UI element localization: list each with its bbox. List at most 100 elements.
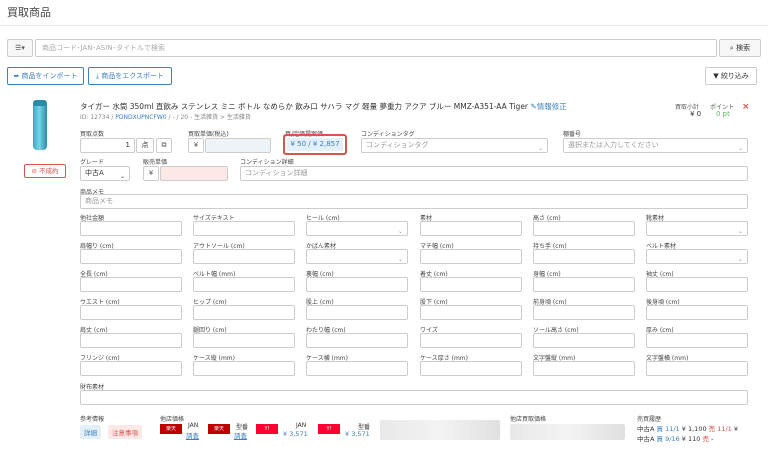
point-value: 0 pt — [716, 110, 730, 118]
product-image-cap — [33, 100, 47, 106]
ban-icon: ⊘ — [31, 167, 37, 175]
attribute-input[interactable] — [646, 305, 748, 320]
download-icon: ⤓ — [95, 72, 100, 80]
chevron-down-icon: ⌄ — [737, 145, 743, 152]
sale-price-label: 販売単価 — [143, 159, 168, 166]
attribute-input[interactable] — [420, 333, 522, 348]
copy-icon[interactable]: ⧉ — [156, 138, 172, 153]
attribute-input[interactable] — [193, 249, 295, 264]
sales-history-label: 売買履歴 — [637, 416, 662, 423]
qty-input[interactable]: 1 — [80, 138, 135, 153]
attribute-input[interactable] — [193, 361, 295, 376]
attribute-input[interactable] — [646, 277, 748, 292]
attribute-input[interactable] — [193, 221, 295, 236]
narrow-button[interactable]: ▼ 絞り込み — [705, 67, 757, 85]
unit-price-input[interactable] — [205, 138, 271, 153]
blurred-prices — [380, 420, 500, 440]
shelf-select[interactable]: 選択または入力してください ⌄ — [563, 138, 748, 153]
attribute-input[interactable] — [80, 361, 182, 376]
attribute-input[interactable] — [80, 249, 182, 264]
memo-input[interactable]: 商品メモ — [80, 194, 748, 209]
attribute-input[interactable] — [533, 333, 635, 348]
attribute-input[interactable] — [80, 305, 182, 320]
attribute-input[interactable] — [420, 305, 522, 320]
attribute-input[interactable]: ⌄ — [306, 249, 408, 264]
attribute-input[interactable] — [80, 221, 182, 236]
chevron-down-icon: ⌄ — [737, 228, 743, 235]
attribute-input[interactable] — [306, 361, 408, 376]
attribute-input[interactable] — [306, 333, 408, 348]
search-button[interactable]: ⌕ 検索 — [719, 39, 761, 57]
rakuten-jan-label: JAN — [188, 422, 199, 429]
attribute-input[interactable] — [193, 333, 295, 348]
yahoo-model-price[interactable]: ¥ 3,571 — [345, 430, 370, 438]
detail-tag[interactable]: 詳細 — [80, 425, 101, 439]
attribute-input[interactable] — [80, 333, 182, 348]
sale-price-input[interactable] — [160, 166, 228, 181]
ref-price-value: ¥ 50 / ¥ 2,857 — [287, 138, 343, 151]
product-code-link[interactable]: PDNDXUPNCFW0 — [115, 114, 166, 121]
product-image — [33, 103, 47, 150]
export-button[interactable]: ⤓ 商品をエクスポート — [88, 67, 172, 85]
attribute-input[interactable] — [533, 361, 635, 376]
attribute-input[interactable]: ⌄ — [646, 221, 748, 236]
attribute-input[interactable] — [533, 249, 635, 264]
ng-button[interactable]: ⊘ 不成約 — [24, 164, 66, 178]
product-title: タイガー 水筒 350ml 直飲み ステンレス ミニ ボトル なめらか 飲み口 … — [80, 102, 529, 111]
chevron-down-icon: ⌄ — [397, 228, 403, 235]
attribute-input[interactable]: ⌄ — [306, 221, 408, 236]
rakuten-logo: 楽天 — [208, 424, 230, 434]
yahoo-logo: Y! — [318, 424, 340, 434]
divider — [0, 25, 768, 26]
attribute-input[interactable] — [533, 277, 635, 292]
import-button[interactable]: ➦ 商品をインポート — [7, 67, 84, 85]
yahoo-jan-price[interactable]: ¥ 3,571 — [283, 430, 308, 438]
yahoo-jan-label: JAN — [296, 422, 307, 429]
ref-label: 参考情報 — [80, 416, 105, 423]
search-bar: ☰▾ 商品コード･JAN･ASIN･タイトルで検索 ⌕ 検索 — [7, 39, 761, 57]
condition-detail-label: コンディション詳細 — [240, 159, 294, 166]
grade-label: グレード — [80, 159, 105, 166]
qty-label: 買取点数 — [80, 131, 105, 138]
rakuten-logo: 楽天 — [160, 424, 182, 434]
yahoo-logo: Y! — [256, 424, 278, 434]
rakuten-model-link[interactable]: 調査 — [234, 430, 247, 440]
chevron-down-icon: ⌄ — [737, 256, 743, 263]
grade-select[interactable]: 中古A ⌄ — [80, 166, 130, 181]
unit-price-prefix: ¥ — [188, 138, 204, 153]
condition-tag-select[interactable]: コンディションタグ ⌄ — [361, 138, 548, 153]
attribute-input[interactable] — [533, 305, 635, 320]
attribute-input[interactable] — [420, 361, 522, 376]
search-input[interactable]: 商品コード･JAN･ASIN･タイトルで検索 — [35, 39, 717, 57]
attribute-input[interactable] — [420, 221, 522, 236]
attribute-input[interactable] — [80, 277, 182, 292]
history-row: 中古A 買 11/1 ¥ 1,100 売 11/1 ¥ — [637, 425, 739, 433]
condition-detail-input[interactable]: コンディション詳細 — [240, 166, 748, 181]
page-title: 買取商品 — [7, 6, 51, 19]
attribute-input[interactable] — [306, 277, 408, 292]
caution-tag[interactable]: 注意事項 — [108, 425, 142, 439]
attribute-input[interactable] — [533, 221, 635, 236]
shelf-label: 棚番号 — [563, 131, 582, 138]
search-filter-button[interactable]: ☰▾ — [7, 39, 33, 57]
other-price-label: 他店価格 — [160, 416, 185, 423]
history-row: 中古A 買 9/16 ¥ 110 売 - — [637, 435, 714, 443]
attribute-input[interactable] — [193, 277, 295, 292]
remove-icon[interactable]: × — [742, 102, 750, 112]
attribute-input[interactable] — [646, 333, 748, 348]
attribute-input[interactable] — [306, 305, 408, 320]
attribute-input[interactable] — [193, 305, 295, 320]
qty-unit: 点 — [136, 138, 154, 153]
condition-tag-label: コンディションタグ — [361, 131, 415, 138]
wallet-input[interactable] — [80, 390, 748, 405]
chevron-down-icon: ⌄ — [537, 145, 543, 152]
product-title-row: タイガー 水筒 350ml 直飲み ステンレス ミニ ボトル なめらか 飲み口 … — [80, 101, 567, 112]
attribute-input[interactable]: ⌄ — [646, 249, 748, 264]
total-value: ¥ 0 — [690, 110, 702, 118]
search-icon: ⌕ — [729, 44, 734, 52]
attribute-input[interactable] — [646, 361, 748, 376]
rakuten-jan-link[interactable]: 調査 — [186, 430, 199, 440]
attribute-input[interactable] — [420, 249, 522, 264]
edit-info-link[interactable]: ✎情報修正 — [530, 102, 566, 111]
attribute-input[interactable] — [420, 277, 522, 292]
